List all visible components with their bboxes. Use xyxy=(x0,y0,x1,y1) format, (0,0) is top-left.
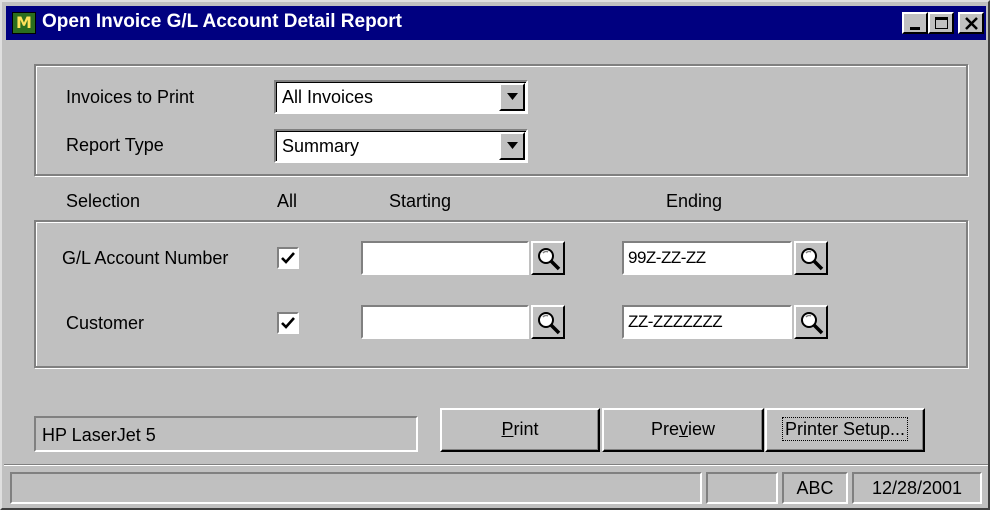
gl-account-ending-value: 99Z-ZZ-ZZ xyxy=(628,248,706,267)
status-pane-company: ABC xyxy=(782,472,848,504)
checkmark-icon xyxy=(281,252,295,264)
preview-button[interactable]: Preview xyxy=(602,408,764,452)
gl-account-number-label: G/L Account Number xyxy=(62,248,229,268)
ending-header: Ending xyxy=(666,191,723,211)
customer-ending-lookup-button[interactable] xyxy=(794,305,828,339)
starting-header: Starting xyxy=(389,191,452,211)
print-button-label: Print xyxy=(501,419,539,439)
report-type-label: Report Type xyxy=(66,135,164,155)
customer-starting-lookup-button[interactable] xyxy=(531,305,565,339)
magnifier-icon xyxy=(801,312,824,335)
gl-account-starting-lookup-button[interactable] xyxy=(531,241,565,275)
printer-name: HP LaserJet 5 xyxy=(42,425,156,445)
status-divider xyxy=(4,464,988,466)
gl-account-starting-input[interactable] xyxy=(361,241,529,275)
minimize-icon xyxy=(910,27,920,30)
report-window: M Open Invoice G/L Account Detail Report… xyxy=(0,0,990,510)
close-button[interactable] xyxy=(958,12,984,34)
gl-account-all-checkbox[interactable] xyxy=(277,247,299,269)
status-pane-blank xyxy=(706,472,778,504)
invoices-dropdown-button[interactable] xyxy=(499,83,525,111)
status-bar: ABC 12/28/2001 xyxy=(6,468,986,506)
minimize-button[interactable] xyxy=(902,12,928,34)
preview-button-label: Preview xyxy=(650,419,716,439)
maximize-icon xyxy=(935,17,948,29)
status-pane-date: 12/28/2001 xyxy=(852,472,982,504)
chevron-down-icon xyxy=(507,142,518,149)
printer-name-display: HP LaserJet 5 xyxy=(34,416,418,452)
all-header: All xyxy=(277,191,298,211)
window-title: Open Invoice G/L Account Detail Report xyxy=(42,11,402,32)
magnifier-icon xyxy=(538,248,561,271)
printer-setup-button[interactable]: Printer Setup... xyxy=(765,408,925,452)
chevron-down-icon xyxy=(507,93,518,100)
customer-ending-input[interactable]: ZZ-ZZZZZZZ xyxy=(622,305,792,339)
title-bar[interactable]: M Open Invoice G/L Account Detail Report xyxy=(6,6,986,40)
close-icon xyxy=(965,17,978,30)
customer-starting-input[interactable] xyxy=(361,305,529,339)
magnifier-icon xyxy=(801,248,824,271)
invoices-to-print-label: Invoices to Print xyxy=(66,87,195,107)
customer-ending-value: ZZ-ZZZZZZZ xyxy=(628,312,723,331)
customer-all-checkbox[interactable] xyxy=(277,312,299,334)
magnifier-icon xyxy=(538,312,561,335)
gl-account-ending-input[interactable]: 99Z-ZZ-ZZ xyxy=(622,241,792,275)
app-icon: M xyxy=(12,12,36,34)
gl-account-ending-lookup-button[interactable] xyxy=(794,241,828,275)
print-button[interactable]: Print xyxy=(440,408,600,452)
report-type-select[interactable]: Summary xyxy=(274,129,528,163)
report-type-dropdown-button[interactable] xyxy=(499,132,525,160)
status-pane-message xyxy=(10,472,702,504)
checkmark-icon xyxy=(281,317,295,329)
invoices-to-print-select[interactable]: All Invoices xyxy=(274,80,528,114)
selection-header: Selection xyxy=(66,191,141,211)
printer-setup-button-label: Printer Setup... xyxy=(781,417,909,441)
report-type-value: Summary xyxy=(282,136,360,156)
maximize-button[interactable] xyxy=(928,12,954,34)
customer-label: Customer xyxy=(66,313,145,333)
invoices-to-print-value: All Invoices xyxy=(282,87,374,107)
